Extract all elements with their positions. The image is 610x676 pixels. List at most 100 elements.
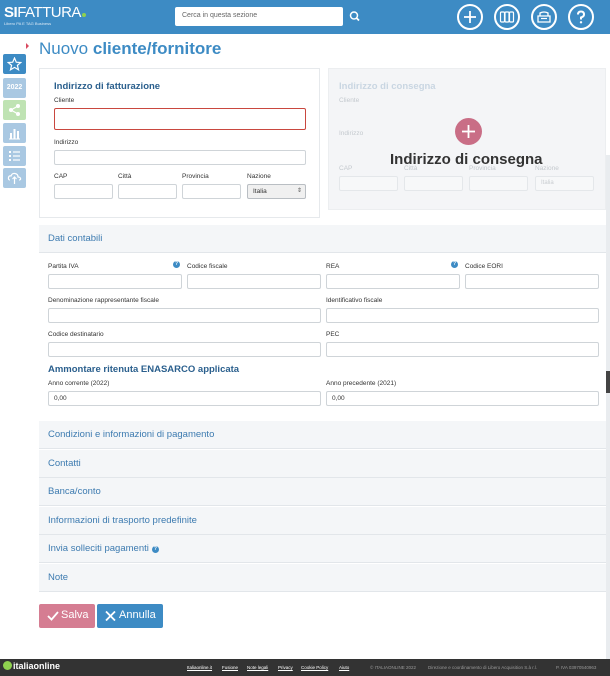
provincia-input[interactable]: [182, 184, 241, 199]
italiaonline-logo[interactable]: italiaonline: [3, 661, 60, 671]
nazione-select[interactable]: Italia ⇕: [247, 184, 306, 199]
codice-destinatario-input[interactable]: [48, 342, 321, 357]
shipping-cliente-label: Cliente: [339, 97, 360, 104]
help-icon: [577, 10, 586, 24]
favorites-button[interactable]: [3, 54, 26, 74]
denominazione-input[interactable]: [48, 308, 321, 323]
rail-pointer: [26, 43, 29, 49]
citta-input[interactable]: [118, 184, 177, 199]
pec-label: PEC: [326, 331, 340, 338]
section-banca[interactable]: Banca/conto: [39, 478, 606, 506]
chart-icon: [9, 129, 20, 140]
billing-title: Indirizzo di fatturazione: [54, 81, 161, 92]
footer-link-fusione[interactable]: Fusione: [222, 665, 238, 670]
logo-bold: SI: [4, 4, 18, 21]
shipping-nazione-value: Italia: [541, 180, 554, 186]
rea-input[interactable]: [326, 274, 460, 289]
list-button[interactable]: [3, 146, 26, 166]
search-input[interactable]: Cerca in questa sezione: [175, 7, 343, 26]
cloud-upload-icon: [7, 172, 22, 184]
provincia-label: Provincia: [182, 173, 209, 180]
footer-link-italiaonline[interactable]: Italiaonline.it: [187, 665, 212, 670]
shipping-citta-input: [404, 176, 463, 191]
new-button[interactable]: [457, 4, 483, 30]
nazione-label: Nazione: [247, 173, 271, 180]
section-pagamento[interactable]: Condizioni e informazioni di pagamento: [39, 421, 606, 449]
footer-link-note-legali[interactable]: Note legali: [247, 665, 268, 670]
shipping-provincia-input: [469, 176, 528, 191]
partita-iva-info-icon[interactable]: ?: [173, 261, 180, 268]
anno-precedente-label: Anno precedente (2021): [326, 380, 397, 387]
section-trasporto[interactable]: Informazioni di trasporto predefinite: [39, 507, 606, 535]
dati-contabili-header[interactable]: Dati contabili: [39, 225, 606, 253]
rea-info-icon[interactable]: ?: [451, 261, 458, 268]
page-title-bold: cliente/fornitore: [92, 39, 222, 58]
section-solleciti[interactable]: Invia solleciti pagamenti?: [39, 535, 606, 563]
save-button[interactable]: Salva: [39, 604, 95, 628]
year-selector[interactable]: 2022: [3, 78, 26, 98]
identificativo-label: Identificativo fiscale: [326, 297, 383, 304]
codice-fiscale-input[interactable]: [187, 274, 321, 289]
citta-label: Città: [118, 173, 132, 180]
footer-direction: Direzione e coordinamento di Libero Acqu…: [428, 665, 538, 670]
indirizzo-label: Indirizzo: [54, 139, 79, 146]
footer-copyright: © ITALIAONLINE 2022: [370, 665, 417, 670]
add-shipping-address-button[interactable]: [455, 118, 482, 145]
section-note-label: Note: [48, 572, 69, 583]
logo-dot: [81, 13, 86, 17]
section-solleciti-label: Invia solleciti pagamenti: [48, 543, 149, 554]
footer-piva: P. IVA 03970540963: [556, 665, 597, 670]
identificativo-input[interactable]: [326, 308, 599, 323]
cliente-input[interactable]: [54, 108, 306, 130]
shipping-nazione-select: Italia: [535, 176, 594, 191]
cap-label: CAP: [54, 173, 68, 180]
scrollbar[interactable]: [606, 155, 610, 660]
nazione-value: Italia: [253, 188, 267, 195]
cap-input[interactable]: [54, 184, 113, 199]
codice-eori-input[interactable]: [465, 274, 599, 289]
section-trasporto-label: Informazioni di trasporto predefinite: [48, 515, 197, 526]
indirizzo-input[interactable]: [54, 150, 306, 165]
solleciti-info-icon[interactable]: ?: [151, 546, 159, 553]
upload-button[interactable]: [3, 168, 26, 188]
shipping-overlay-label[interactable]: Indirizzo di consegna: [390, 151, 543, 168]
footer-link-privacy[interactable]: Privacy: [278, 665, 293, 670]
footer-link-cookie[interactable]: Cookie Policy: [301, 665, 328, 670]
denominazione-label: Denominazione rappresentante fiscale: [48, 297, 159, 304]
apps-button[interactable]: [494, 4, 520, 30]
enasarco-title: Ammontare ritenuta ENASARCO applicata: [48, 364, 240, 375]
plus-icon: [464, 11, 476, 23]
share-button[interactable]: [3, 100, 26, 120]
cancel-button[interactable]: Annulla: [97, 604, 163, 628]
section-contatti-label: Contatti: [48, 458, 81, 469]
page-title-light: Nuovo: [39, 39, 93, 58]
italiaonline-logo-text: italiaonline: [13, 661, 61, 671]
search-button[interactable]: [345, 7, 365, 26]
anno-corrente-label: Anno corrente (2022): [48, 380, 110, 387]
plus-icon: [462, 125, 475, 138]
check-icon: [47, 611, 59, 621]
section-note[interactable]: Note: [39, 564, 606, 592]
partita-iva-input[interactable]: [48, 274, 182, 289]
sifattura-logo[interactable]: SIFATTURA: [4, 4, 86, 21]
save-label: Salva: [61, 609, 89, 621]
section-banca-label: Banca/conto: [48, 486, 101, 497]
shipping-cap-label: CAP: [339, 165, 353, 172]
inbox-button[interactable]: [531, 4, 557, 30]
pec-input[interactable]: [326, 342, 599, 357]
shipping-indirizzo-label: Indirizzo: [339, 130, 364, 137]
rea-label: REA: [326, 263, 340, 270]
scrollbar-thumb[interactable]: [606, 371, 610, 393]
help-button[interactable]: [568, 4, 594, 30]
dati-contabili-title: Dati contabili: [48, 233, 103, 244]
section-contatti[interactable]: Contatti: [39, 450, 606, 478]
anno-corrente-input[interactable]: 0,00: [48, 391, 321, 406]
shipping-cap-input: [339, 176, 398, 191]
anno-precedente-input[interactable]: 0,00: [326, 391, 599, 406]
footer: italiaonline Italiaonline.it Fusione Not…: [0, 659, 610, 676]
close-icon: [105, 611, 116, 621]
page-title: Nuovo cliente/fornitore: [39, 39, 221, 59]
footer-link-aiuto[interactable]: Aiuto: [339, 665, 349, 670]
shipping-title: Indirizzo di consegna: [339, 81, 436, 92]
reports-button[interactable]: [3, 123, 26, 143]
